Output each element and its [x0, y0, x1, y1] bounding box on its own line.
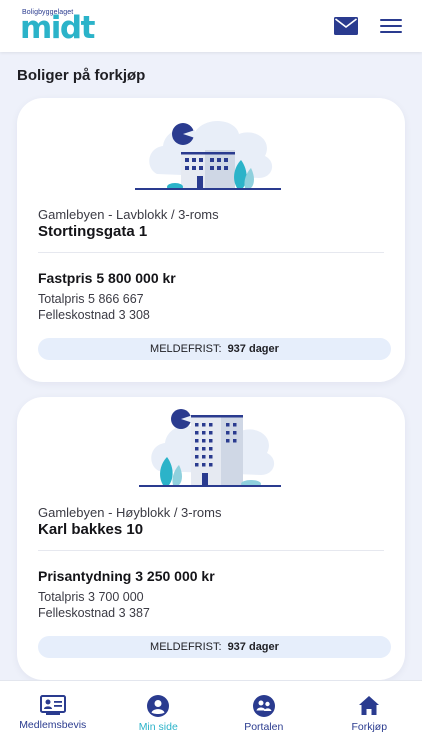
deadline-label: MELDEFRIST: [150, 343, 222, 355]
page-title: Boliger på forkjøp [17, 67, 146, 84]
logo-wordmark: midt [20, 10, 95, 46]
mail-button[interactable] [334, 17, 358, 35]
nav-label: Forkjøp [351, 721, 388, 733]
main-content: Boliger på forkjøp Gamlebyen - Lavblokk … [0, 52, 422, 680]
deadline-badge: MELDEFRIST: 937 dager [38, 338, 391, 360]
menu-button[interactable] [380, 18, 402, 34]
listing-shared-cost: Felleskostnad 3 308 [38, 308, 150, 322]
divider [38, 252, 384, 253]
deadline-label: MELDEFRIST: [150, 641, 222, 653]
bottom-navigation: Medlemsbevis Min side Portalen Forkjøp [0, 680, 422, 750]
listing-price: Fastpris 5 800 000 kr [38, 270, 176, 286]
nav-item-forkjop[interactable]: Forkjøp [324, 695, 414, 733]
listing-meta: Gamlebyen - Høyblokk / 3-roms [38, 505, 222, 520]
listing-shared-cost: Felleskostnad 3 387 [38, 606, 150, 620]
divider [38, 550, 384, 551]
nav-item-medlemsbevis[interactable]: Medlemsbevis [8, 695, 98, 731]
nav-item-min-side[interactable]: Min side [113, 695, 203, 733]
mail-icon [334, 17, 358, 35]
home-icon [359, 696, 380, 715]
logo[interactable]: Boligbyggelaget midt [20, 9, 110, 46]
nav-label: Portalen [244, 721, 284, 733]
group-icon [252, 695, 275, 717]
deadline-badge: MELDEFRIST: 937 dager [38, 636, 391, 658]
listing-address: Stortingsgata 1 [38, 223, 148, 240]
hamburger-menu-icon [380, 19, 402, 33]
listing-card[interactable]: Gamlebyen - Lavblokk / 3-roms Stortingsg… [17, 98, 405, 382]
listing-meta: Gamlebyen - Lavblokk / 3-roms [38, 207, 219, 222]
lowrise-building-illustration [135, 120, 281, 190]
listing-total-price: Totalpris 5 866 667 [38, 292, 144, 306]
nav-label: Min side [138, 721, 178, 733]
app-header: Boligbyggelaget midt [0, 0, 422, 52]
id-card-icon [39, 695, 66, 715]
nav-label: Medlemsbevis [19, 719, 87, 731]
listing-total-price: Totalpris 3 700 000 [38, 590, 144, 604]
listing-address: Karl bakkes 10 [38, 521, 144, 538]
deadline-value: 937 dager [227, 641, 279, 653]
deadline-value: 937 dager [227, 343, 279, 355]
user-icon [147, 695, 170, 717]
listing-price: Prisantydning 3 250 000 kr [38, 568, 215, 584]
listing-card[interactable]: Gamlebyen - Høyblokk / 3-roms Karl bakke… [17, 397, 405, 680]
nav-item-portalen[interactable]: Portalen [219, 695, 309, 733]
highrise-building-illustration [139, 409, 281, 487]
